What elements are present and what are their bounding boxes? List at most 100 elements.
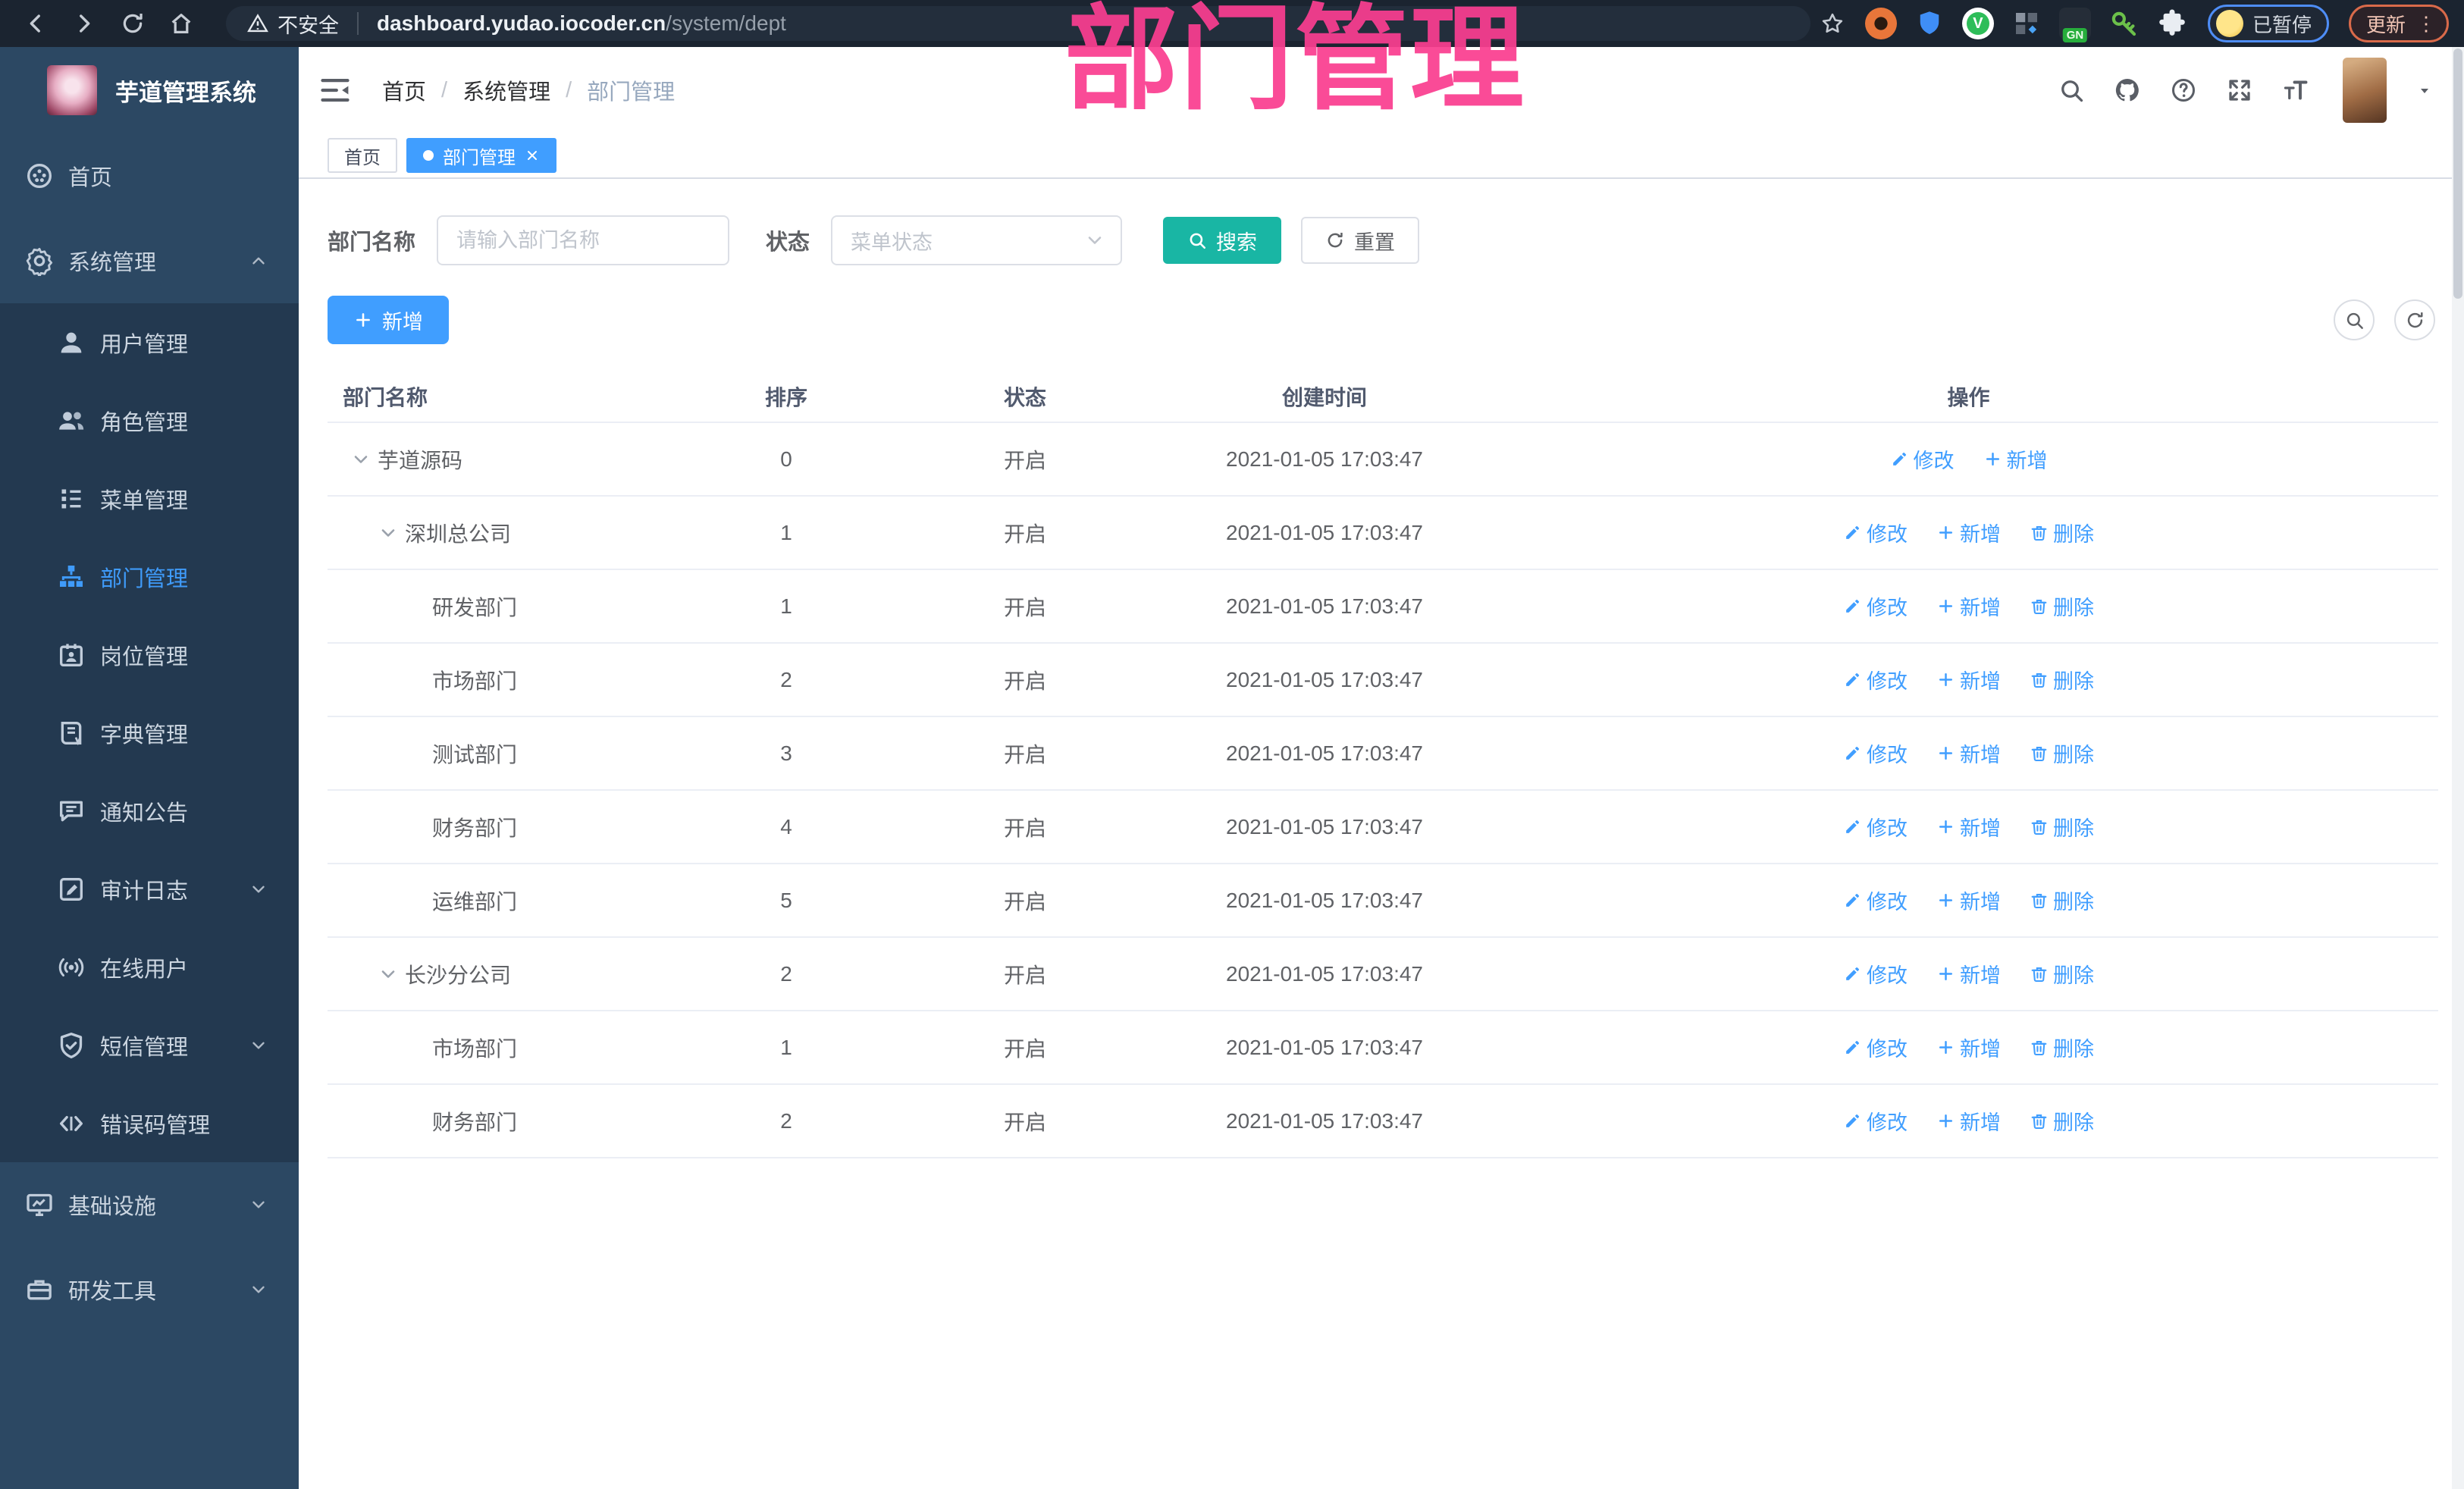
reset-button-label: 重置 bbox=[1354, 230, 1396, 254]
avatar-caret-down-icon[interactable] bbox=[2415, 81, 2434, 99]
plus-action-link[interactable]: 新增 bbox=[1936, 812, 2001, 842]
dept-name: 长沙分公司 bbox=[405, 963, 512, 987]
font-size-icon[interactable] bbox=[2282, 77, 2309, 104]
browser-update-button[interactable]: 更新 ⋮ bbox=[2348, 5, 2449, 42]
edit-action-link[interactable]: 修改 bbox=[1890, 444, 1955, 474]
extension-shield-icon[interactable] bbox=[1914, 8, 1945, 39]
search-button[interactable]: 搜索 bbox=[1163, 217, 1282, 264]
edit-action-link[interactable]: 修改 bbox=[1843, 959, 1908, 989]
address-bar[interactable]: 不安全 dashboard.yudao.iocoder.cn/system/de… bbox=[226, 6, 1810, 41]
reset-refresh-icon bbox=[1328, 233, 1343, 248]
sidebar-item-online[interactable]: 在线用户 bbox=[0, 928, 299, 1006]
plus-action-link[interactable]: 新增 bbox=[1936, 518, 2001, 547]
extension-gn-icon[interactable]: GN bbox=[2058, 8, 2091, 42]
browser-back-icon[interactable] bbox=[23, 11, 49, 36]
trash-action-link[interactable]: 删除 bbox=[2030, 1033, 2094, 1062]
profile-emoji-icon bbox=[2215, 10, 2243, 37]
plus-action-link[interactable]: 新增 bbox=[1936, 1033, 2001, 1062]
dept-name-cell: 测试部门 bbox=[328, 738, 672, 769]
sidebar-item-notice[interactable]: 通知公告 bbox=[0, 772, 299, 850]
created-time-cell: 2021-01-05 17:03:47 bbox=[1226, 814, 1423, 839]
sidebar-item-dict[interactable]: 字典管理 bbox=[0, 694, 299, 772]
plus-action-link[interactable]: 新增 bbox=[1936, 1106, 2001, 1136]
sidebar-item-home[interactable]: 首页 bbox=[0, 133, 299, 218]
scrollbar-thumb[interactable] bbox=[2453, 49, 2462, 299]
reset-button[interactable]: 重置 bbox=[1301, 217, 1420, 264]
browser-profile-chip[interactable]: 已暂停 bbox=[2207, 5, 2329, 42]
edit-icon bbox=[1846, 894, 1859, 907]
edit-action-link[interactable]: 修改 bbox=[1843, 886, 1908, 915]
browser-menu-icon[interactable]: ⋮ bbox=[2416, 12, 2436, 36]
breadcrumb-item[interactable]: 首页 bbox=[382, 74, 426, 106]
plus-action-link[interactable]: 新增 bbox=[1936, 738, 2001, 768]
fullscreen-icon[interactable] bbox=[2226, 77, 2253, 104]
bookmark-star-icon[interactable] bbox=[1820, 11, 1845, 36]
tab-首页[interactable]: 首页 bbox=[328, 138, 397, 173]
sidebar-item-post[interactable]: 岗位管理 bbox=[0, 616, 299, 694]
sidebar-item-errcode[interactable]: 错误码管理 bbox=[0, 1084, 299, 1162]
trash-action-link[interactable]: 删除 bbox=[2030, 812, 2094, 842]
breadcrumb-item[interactable]: 系统管理 bbox=[462, 74, 550, 106]
sidebar: 芋道管理系统 首页 系统管理 用户管理 角色管理 菜单管理 部门管理 岗位管理字典管理通知公… bbox=[0, 47, 299, 1489]
extension-green-check-icon[interactable]: V bbox=[1961, 8, 1994, 39]
plus-action-link[interactable]: 新增 bbox=[1936, 665, 2001, 694]
edit-action-link[interactable]: 修改 bbox=[1843, 1106, 1908, 1136]
plus-action-link[interactable]: 新增 bbox=[1936, 591, 2001, 621]
sidebar-item-label: 字典管理 bbox=[100, 723, 189, 748]
security-warning[interactable]: 不安全 bbox=[247, 9, 339, 39]
sidebar-item-audit[interactable]: 审计日志 bbox=[0, 850, 299, 928]
edit-action-link[interactable]: 修改 bbox=[1843, 665, 1908, 694]
user-avatar[interactable] bbox=[2343, 58, 2387, 123]
sort-cell: 2 bbox=[780, 1108, 792, 1133]
status-cell: 开启 bbox=[1003, 522, 1046, 546]
trash-action-link[interactable]: 删除 bbox=[2030, 959, 2094, 989]
add-button[interactable]: 新增 bbox=[328, 296, 449, 344]
extensions-menu-icon[interactable] bbox=[2156, 8, 2188, 39]
edit-action-link[interactable]: 修改 bbox=[1843, 1033, 1908, 1062]
toggle-search-button[interactable] bbox=[2334, 299, 2375, 340]
github-icon[interactable] bbox=[2114, 77, 2141, 104]
trash-action-link[interactable]: 删除 bbox=[2030, 886, 2094, 915]
help-icon[interactable] bbox=[2170, 77, 2197, 104]
expand-row-icon[interactable] bbox=[378, 522, 399, 544]
tab-close-icon[interactable] bbox=[525, 148, 540, 163]
edit-action-link[interactable]: 修改 bbox=[1843, 518, 1908, 547]
trash-action-link[interactable]: 删除 bbox=[2030, 665, 2094, 694]
expand-row-icon[interactable] bbox=[378, 964, 399, 985]
sidebar-collapse-icon[interactable] bbox=[318, 74, 352, 107]
header-search-icon[interactable] bbox=[2058, 77, 2085, 104]
plus-action-link[interactable]: 新增 bbox=[1936, 886, 2001, 915]
dept-name-input[interactable] bbox=[437, 215, 730, 265]
sidebar-logo[interactable]: 芋道管理系统 bbox=[0, 47, 299, 133]
tab-部门管理[interactable]: 部门管理 bbox=[406, 138, 556, 173]
page-scrollbar[interactable] bbox=[2452, 47, 2464, 1489]
trash-action-link[interactable]: 删除 bbox=[2030, 591, 2094, 621]
sidebar-item-sms[interactable]: 短信管理 bbox=[0, 1006, 299, 1084]
edit-action-link[interactable]: 修改 bbox=[1843, 591, 1908, 621]
sidebar-item-role[interactable]: 角色管理 bbox=[0, 381, 299, 459]
plus-action-link[interactable]: 新增 bbox=[1936, 959, 2001, 989]
trash-action-link[interactable]: 删除 bbox=[2030, 518, 2094, 547]
created-time-cell: 2021-01-05 17:03:47 bbox=[1226, 1108, 1423, 1133]
sidebar-item-menu[interactable]: 菜单管理 bbox=[0, 459, 299, 538]
browser-home-icon[interactable] bbox=[168, 11, 194, 36]
extension-grid-icon[interactable] bbox=[2011, 8, 2042, 39]
browser-forward-icon[interactable] bbox=[71, 11, 97, 36]
sidebar-item-tools[interactable]: 研发工具 bbox=[0, 1247, 299, 1332]
status-select[interactable]: 菜单状态 bbox=[831, 215, 1123, 265]
plus-action-link[interactable]: 新增 bbox=[1983, 444, 2048, 474]
trash-action-link[interactable]: 删除 bbox=[2030, 738, 2094, 768]
sidebar-item-dept[interactable]: 部门管理 bbox=[0, 538, 299, 616]
sidebar-item-user[interactable]: 用户管理 bbox=[0, 303, 299, 381]
sidebar-item-system[interactable]: 系统管理 bbox=[0, 218, 299, 303]
extension-orange-icon[interactable] bbox=[1864, 8, 1897, 39]
trash-action-link[interactable]: 删除 bbox=[2030, 1106, 2094, 1136]
edit-action-link[interactable]: 修改 bbox=[1843, 812, 1908, 842]
action-label: 修改 bbox=[1867, 523, 1908, 546]
browser-refresh-icon[interactable] bbox=[120, 11, 146, 36]
expand-row-icon[interactable] bbox=[350, 449, 371, 470]
edit-action-link[interactable]: 修改 bbox=[1843, 738, 1908, 768]
refresh-table-button[interactable] bbox=[2394, 299, 2435, 340]
sidebar-item-infra[interactable]: 基础设施 bbox=[0, 1162, 299, 1247]
extension-key-icon[interactable] bbox=[2108, 8, 2140, 39]
